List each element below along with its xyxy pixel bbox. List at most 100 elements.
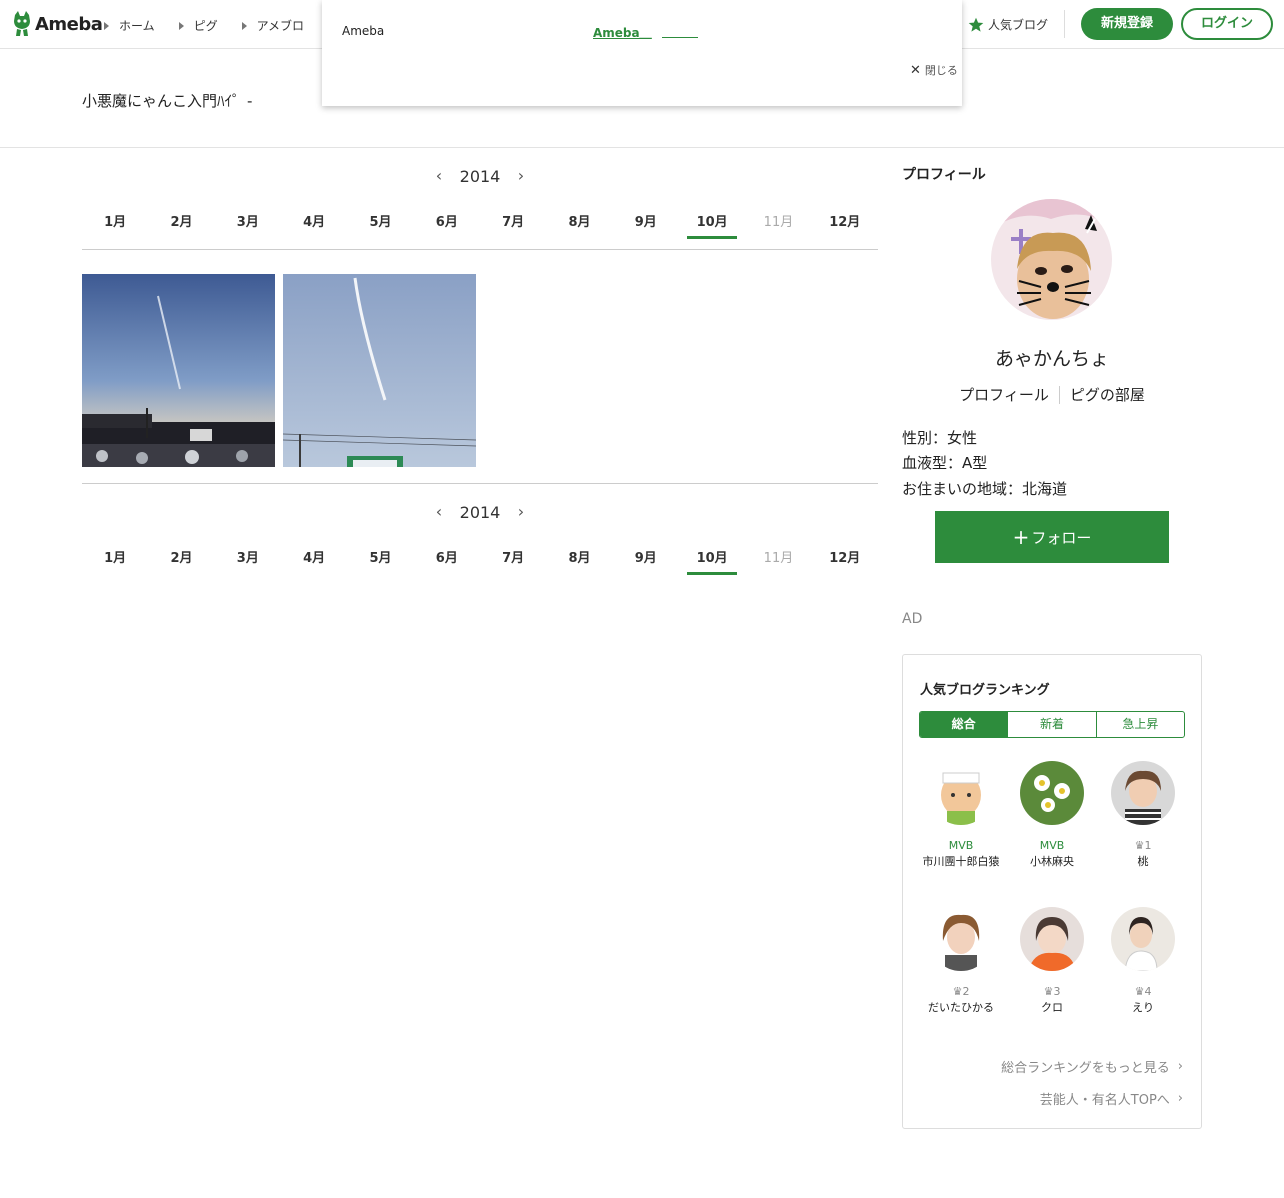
month-tab[interactable]: 8月	[546, 542, 612, 582]
popup-close-label: 閉じる	[924, 64, 958, 77]
ranking-tab-rising[interactable]: 急上昇	[1095, 712, 1184, 737]
month-tab[interactable]: 5月	[347, 542, 413, 582]
chevron-right-icon: ›	[1177, 1091, 1183, 1106]
year-nav-bottom: ‹ 2014 ›	[432, 502, 528, 522]
popup-brand: Ameba	[342, 24, 385, 38]
nav-home-label: ホーム	[119, 19, 155, 33]
ranking-item[interactable]: ♛ 4 えり	[1103, 907, 1183, 1015]
ranking-badge: ♛ 2	[921, 984, 1001, 998]
calendar-rule-top	[82, 249, 878, 250]
month-tab[interactable]: 9月	[613, 206, 679, 246]
blog-title[interactable]: 小悪魔にゃんこ入門ﾊｲ゜-	[82, 90, 252, 111]
nav-home[interactable]: ホーム	[104, 17, 155, 34]
year-label: 2014	[459, 166, 501, 186]
month-tab[interactable]: 7月	[480, 206, 546, 246]
popup-close-button[interactable]: ✕ 閉じる	[910, 62, 958, 78]
ranking-rank-number: 2	[962, 984, 970, 998]
next-year-icon[interactable]: ›	[514, 502, 528, 522]
month-tab[interactable]: 1月	[82, 542, 148, 582]
month-tab-disabled: 11月	[763, 215, 794, 230]
ranking-badge: ♛ 1	[1103, 838, 1183, 852]
more-ranking-label: 総合ランキングをもっと見る	[1001, 1061, 1170, 1076]
profile-link[interactable]: プロフィール	[949, 384, 1059, 405]
popular-blog-label: 人気ブログ	[988, 18, 1049, 32]
month-tab[interactable]: 9月	[613, 542, 679, 582]
month-tabs-bottom: 1月 2月 3月 4月 5月 6月 7月 8月 9月 10月 11月 12月	[82, 542, 878, 582]
ranking-rank-number: 4	[1144, 984, 1152, 998]
photo-thumbnail[interactable]	[82, 274, 275, 467]
month-tab[interactable]: 6月	[414, 542, 480, 582]
month-tab[interactable]: 8月	[546, 206, 612, 246]
ameba-logo[interactable]: Ameba	[12, 11, 103, 37]
profile-avatar[interactable]	[991, 199, 1112, 320]
month-tab[interactable]: 4月	[281, 542, 347, 582]
month-tab[interactable]: 7月	[480, 542, 546, 582]
logo-text: Ameba	[35, 13, 103, 35]
ranking-rank-number: 1	[1144, 838, 1152, 852]
ranking-box: 人気ブログランキング 総合 新着 急上昇 MVB 市川團十郎白猿 MVB 小林麻…	[902, 654, 1202, 1129]
month-tab[interactable]: 12月	[812, 206, 878, 246]
pigg-room-link[interactable]: ピグの部屋	[1060, 384, 1155, 405]
next-year-icon[interactable]: ›	[514, 166, 528, 186]
profile-gender: 性別：女性	[902, 429, 978, 447]
register-button[interactable]: 新規登録	[1081, 8, 1173, 40]
celeb-top-label: 芸能人・有名人TOPへ	[1039, 1093, 1170, 1108]
nav-ameblo[interactable]: アメブロ	[241, 17, 304, 34]
month-tab-active[interactable]: 10月	[679, 206, 745, 246]
popular-blog-link[interactable]: 人気ブログ	[968, 16, 1048, 33]
ranking-rank-number: 3	[1053, 984, 1061, 998]
close-icon: ✕	[910, 62, 921, 78]
follow-label: フォロー	[1031, 529, 1092, 547]
celeb-top-link[interactable]: 芸能人・有名人TOPへ ›	[1040, 1089, 1183, 1108]
month-tab-active[interactable]: 10月	[679, 542, 745, 582]
crown-icon: ♛	[1134, 838, 1145, 852]
ranking-avatar	[1020, 907, 1084, 971]
month-tab[interactable]: 12月	[812, 542, 878, 582]
ranking-item[interactable]: ♛ 3 クロ	[1012, 907, 1092, 1015]
ranking-item[interactable]: MVB 市川團十郎白猿	[921, 761, 1001, 869]
crown-icon: ♛	[1134, 984, 1145, 998]
ranking-tab-new[interactable]: 新着	[1007, 712, 1095, 737]
ranking-name: クロ	[1041, 1001, 1063, 1014]
month-tab[interactable]: 4月	[281, 206, 347, 246]
ranking-badge: MVB	[948, 838, 974, 852]
profile-region: お住まいの地域：北海道	[902, 480, 1068, 498]
ranking-avatar	[1111, 907, 1175, 971]
ranking-tab-overall[interactable]: 総合	[920, 712, 1008, 737]
follow-button[interactable]: + フォロー	[935, 511, 1169, 563]
ranking-avatar	[1020, 761, 1084, 825]
photo-thumbnail[interactable]	[283, 274, 476, 467]
month-tabs-top: 1月 2月 3月 4月 5月 6月 7月 8月 9月 10月 11月 12月	[82, 206, 878, 246]
popup-link[interactable]: Ameba＿	[593, 24, 652, 41]
ranking-item[interactable]: ♛ 1 桃	[1103, 761, 1183, 869]
month-tab[interactable]: 2月	[148, 206, 214, 246]
ranking-item[interactable]: MVB 小林麻央	[1012, 761, 1092, 869]
global-nav: ホーム ピグ アメブロ	[104, 17, 328, 34]
month-tab[interactable]: 5月	[347, 206, 413, 246]
month-tab[interactable]: 3月	[215, 206, 281, 246]
month-tab[interactable]: 6月	[414, 206, 480, 246]
prev-year-icon[interactable]: ‹	[432, 502, 446, 522]
ranking-avatar	[1111, 761, 1175, 825]
ranking-name: 市川團十郎白猿	[922, 855, 1000, 868]
ad-label: AD	[902, 611, 923, 627]
caret-right-icon	[104, 21, 109, 30]
ranking-item[interactable]: ♛ 2 だいたひかる	[921, 907, 1001, 1015]
ameba-mascot-icon	[14, 11, 30, 36]
ranking-avatar	[929, 907, 993, 971]
profile-photo-image	[991, 199, 1112, 320]
login-button[interactable]: ログイン	[1181, 8, 1273, 40]
sky-contrail-image	[283, 274, 476, 467]
month-tab[interactable]: 1月	[82, 206, 148, 246]
month-tab[interactable]: 2月	[148, 542, 214, 582]
month-tab[interactable]: 3月	[215, 542, 281, 582]
calendar-rule-bottom	[82, 483, 878, 484]
nav-pigg[interactable]: ピグ	[178, 17, 218, 34]
popup-link-secondary[interactable]	[662, 24, 698, 38]
ranking-title: 人気ブログランキング	[920, 683, 1050, 698]
ranking-badge: ♛ 3	[1012, 984, 1092, 998]
notice-popup: Ameba Ameba＿ ✕ 閉じる	[322, 0, 962, 106]
prev-year-icon[interactable]: ‹	[432, 166, 446, 186]
more-ranking-link[interactable]: 総合ランキングをもっと見る ›	[1001, 1057, 1183, 1076]
crown-icon: ♛	[952, 984, 963, 998]
